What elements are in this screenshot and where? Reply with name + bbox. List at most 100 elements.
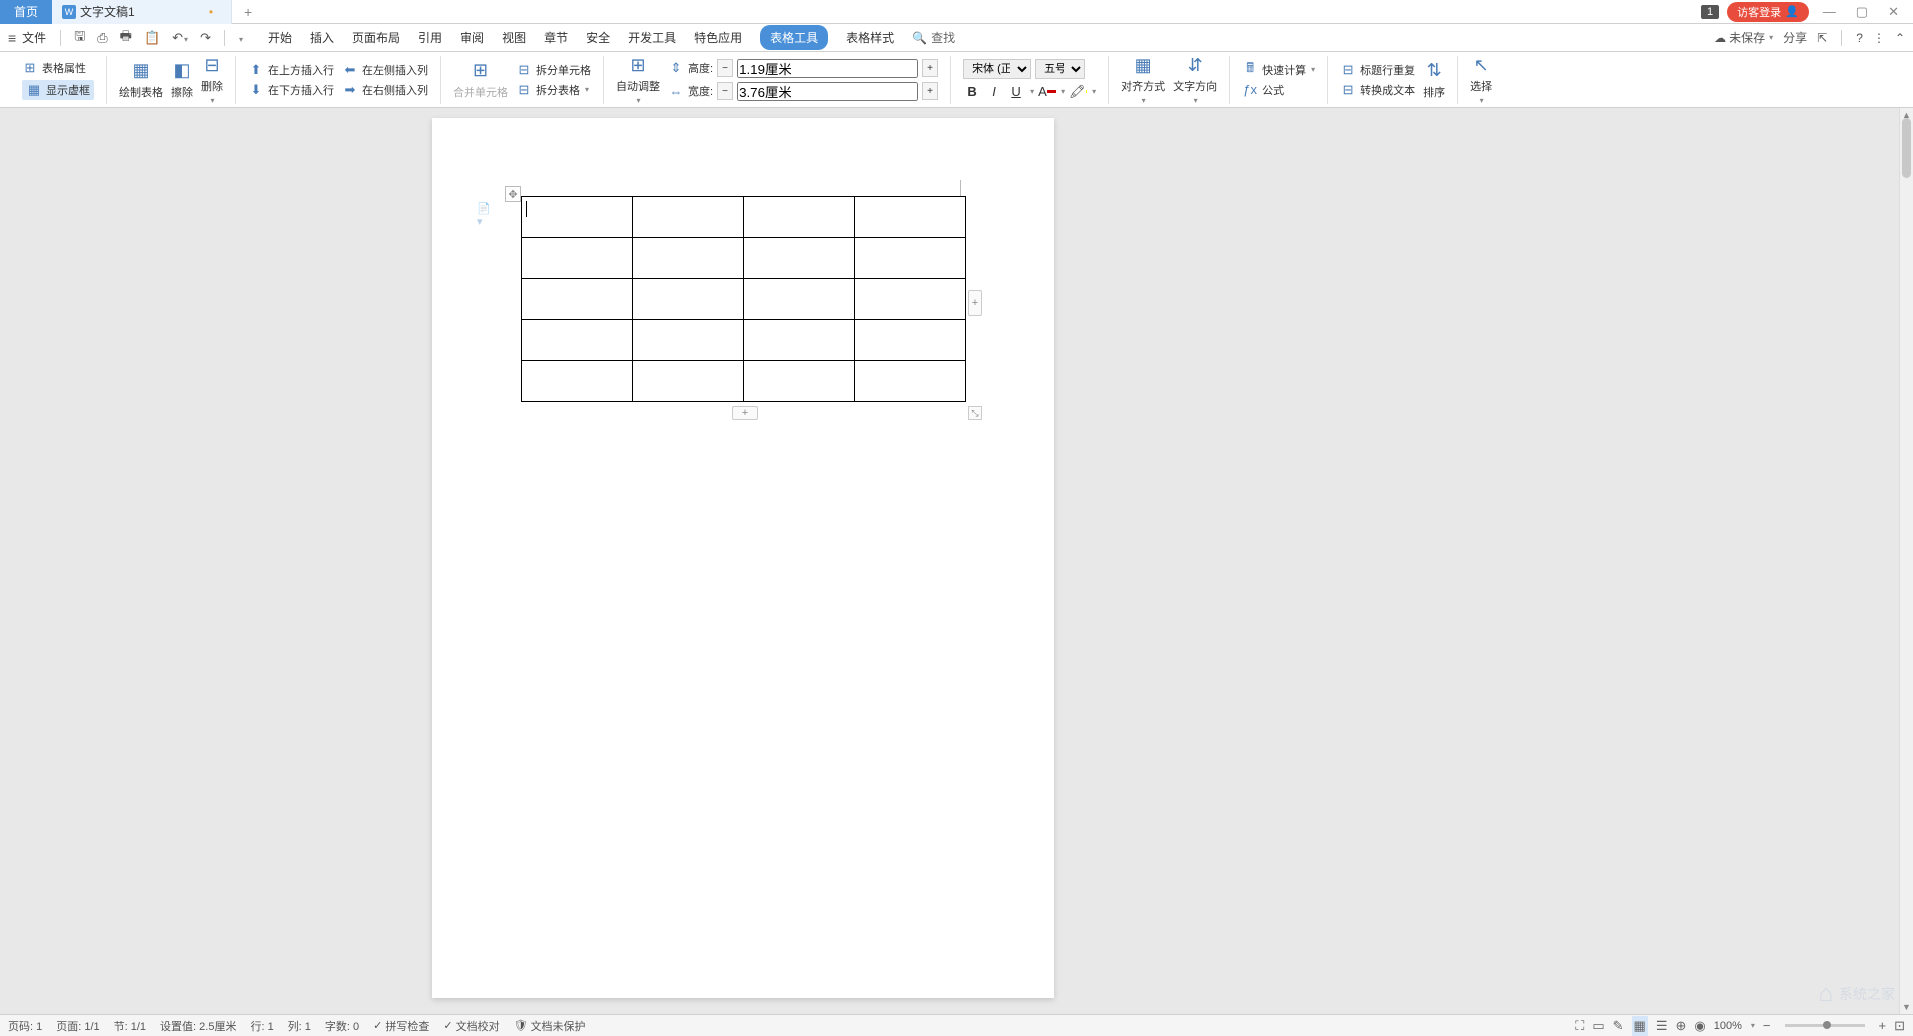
- collapse-ribbon[interactable]: ⌃: [1895, 31, 1905, 45]
- table-cell[interactable]: [522, 320, 633, 361]
- tab-table-style[interactable]: 表格样式: [846, 25, 894, 50]
- save-button[interactable]: 🖫: [71, 27, 88, 49]
- height-input[interactable]: [737, 59, 918, 78]
- tab-review[interactable]: 审阅: [460, 25, 484, 50]
- table-cell[interactable]: [522, 361, 633, 402]
- italic-button[interactable]: I: [985, 83, 1003, 101]
- search-box[interactable]: 🔍 查找: [912, 29, 955, 46]
- unsaved-indicator[interactable]: ☁ 未保存▾: [1714, 29, 1773, 46]
- new-tab-button[interactable]: +: [232, 4, 264, 20]
- bold-button[interactable]: B: [963, 83, 981, 101]
- minimize-button[interactable]: —: [1817, 4, 1842, 19]
- draw-table-button[interactable]: ▦绘制表格: [115, 60, 167, 100]
- scrollbar-thumb[interactable]: [1902, 118, 1911, 178]
- zoom-level[interactable]: 100%: [1714, 1020, 1742, 1032]
- print-button[interactable]: 🖶: [117, 27, 135, 49]
- split-cells-button[interactable]: ⊟拆分单元格: [516, 62, 591, 78]
- autofit-button[interactable]: ⊞自动调整▾: [612, 54, 664, 105]
- notification-badge[interactable]: 1: [1701, 5, 1719, 19]
- outline-view-button[interactable]: ☰: [1656, 1018, 1668, 1034]
- status-page-num[interactable]: 页码: 1: [8, 1018, 42, 1034]
- insert-col-left-button[interactable]: ⬅在左侧插入列: [342, 62, 428, 78]
- table-move-handle[interactable]: ✥: [505, 186, 521, 202]
- read-view-button[interactable]: ▭: [1592, 1018, 1604, 1034]
- table-resize-handle[interactable]: ⤡: [968, 406, 982, 420]
- table-cell[interactable]: [633, 279, 744, 320]
- scroll-down-button[interactable]: ▼: [1900, 1000, 1913, 1014]
- web-view-button[interactable]: ⊕: [1676, 1018, 1687, 1034]
- print-preview-button[interactable]: ⎙: [94, 30, 110, 46]
- table-cell[interactable]: [522, 238, 633, 279]
- font-size-select[interactable]: 五号: [1035, 59, 1085, 79]
- help-button[interactable]: ?: [1856, 31, 1863, 45]
- insert-row-below-button[interactable]: ⬇在下方插入行: [248, 82, 334, 98]
- status-row[interactable]: 行: 1: [250, 1018, 273, 1034]
- table-cell[interactable]: [744, 320, 855, 361]
- spell-check-button[interactable]: ✓拼写检查: [373, 1018, 429, 1034]
- width-input[interactable]: [737, 82, 918, 101]
- font-color-button[interactable]: A: [1038, 83, 1056, 101]
- protection-status[interactable]: 🛡文档未保护: [514, 1018, 586, 1034]
- quick-calc-button[interactable]: 🖩快速计算▾: [1242, 62, 1315, 78]
- fullscreen-button[interactable]: ⛶: [1575, 1018, 1584, 1034]
- share-button[interactable]: 分享: [1783, 29, 1807, 46]
- select-button[interactable]: ↖选择▾: [1466, 54, 1496, 105]
- add-column-button[interactable]: +: [968, 290, 982, 316]
- tab-view[interactable]: 视图: [502, 25, 526, 50]
- highlight-button[interactable]: 🖍: [1069, 83, 1087, 101]
- zoom-out-button[interactable]: −: [1763, 1018, 1771, 1033]
- close-button[interactable]: ✕: [1882, 4, 1905, 20]
- table-cell[interactable]: [633, 361, 744, 402]
- table-cell[interactable]: [855, 279, 966, 320]
- table-properties-button[interactable]: ⊞表格属性: [22, 60, 94, 76]
- tab-dev[interactable]: 开发工具: [628, 25, 676, 50]
- erase-button[interactable]: ◧擦除: [167, 60, 197, 100]
- show-gridlines-button[interactable]: ▦显示虚框: [22, 80, 94, 100]
- convert-to-text-button[interactable]: ⊟转换成文本: [1340, 82, 1415, 98]
- document-table[interactable]: [521, 196, 966, 402]
- redo-button[interactable]: ↷: [197, 30, 214, 46]
- undo-button[interactable]: ↶▾: [169, 30, 191, 46]
- table-cell[interactable]: [744, 238, 855, 279]
- tab-chapter[interactable]: 章节: [544, 25, 568, 50]
- table-cell[interactable]: [744, 361, 855, 402]
- status-section[interactable]: 节: 1/1: [114, 1018, 146, 1034]
- status-position[interactable]: 设置值: 2.5厘米: [160, 1018, 236, 1034]
- status-page[interactable]: 页面: 1/1: [56, 1018, 99, 1034]
- insert-col-right-button[interactable]: ➡在右侧插入列: [342, 82, 428, 98]
- split-table-button[interactable]: ⊟拆分表格▾: [516, 82, 591, 98]
- tab-security[interactable]: 安全: [586, 25, 610, 50]
- tab-special[interactable]: 特色应用: [694, 25, 742, 50]
- font-name-select[interactable]: 宋体 (正文): [963, 59, 1031, 79]
- zoom-in-button[interactable]: +: [1879, 1018, 1887, 1033]
- table-cell[interactable]: [633, 320, 744, 361]
- table-cell[interactable]: [855, 197, 966, 238]
- table-cell[interactable]: [522, 197, 633, 238]
- paste-button[interactable]: 📋: [141, 30, 163, 46]
- header-repeat-button[interactable]: ⊟标题行重复: [1340, 62, 1415, 78]
- file-menu[interactable]: 文件: [22, 29, 46, 46]
- tab-layout[interactable]: 页面布局: [352, 25, 400, 50]
- zoom-slider[interactable]: [1785, 1024, 1865, 1027]
- table-cell[interactable]: [522, 279, 633, 320]
- width-increase[interactable]: +: [922, 82, 938, 100]
- tab-table-tools[interactable]: 表格工具: [760, 25, 828, 50]
- text-direction-button[interactable]: ⇵文字方向▾: [1169, 54, 1221, 105]
- proofread-button[interactable]: ✓文档校对: [443, 1018, 499, 1034]
- table-cell[interactable]: [855, 320, 966, 361]
- fit-page-button[interactable]: ⊡: [1894, 1018, 1905, 1034]
- focus-view-button[interactable]: ◉: [1694, 1018, 1705, 1034]
- add-row-button[interactable]: +: [732, 406, 758, 420]
- table-cell[interactable]: [744, 197, 855, 238]
- maximize-button[interactable]: ▢: [1850, 4, 1874, 20]
- height-increase[interactable]: +: [922, 59, 938, 77]
- width-decrease[interactable]: −: [717, 82, 733, 100]
- delete-button[interactable]: ⊟删除▾: [197, 54, 227, 105]
- insert-row-above-button[interactable]: ⬆在上方插入行: [248, 62, 334, 78]
- alignment-button[interactable]: ▦对齐方式▾: [1117, 54, 1169, 105]
- vertical-scrollbar[interactable]: ▲ ▼: [1899, 108, 1913, 1014]
- export-button[interactable]: ⇱: [1817, 31, 1827, 45]
- height-decrease[interactable]: −: [717, 59, 733, 77]
- sort-button[interactable]: ⇅排序: [1419, 60, 1449, 100]
- table-cell[interactable]: [855, 361, 966, 402]
